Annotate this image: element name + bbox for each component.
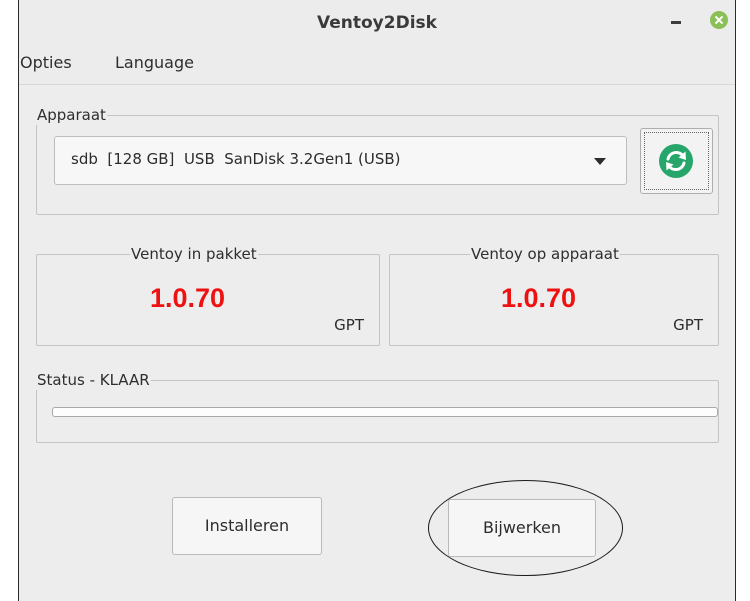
package-version-group: Ventoy in pakket 1.0.70 GPT	[36, 244, 380, 346]
status-label: Status - KLAAR	[36, 370, 151, 390]
app-window: Ventoy2Disk Opties Language Apparaat sdb…	[18, 0, 736, 601]
device-partition-style: GPT	[673, 316, 703, 334]
device-version-group: Ventoy op apparaat 1.0.70 GPT	[389, 244, 719, 346]
minimize-icon[interactable]	[667, 10, 687, 32]
menu-item-language[interactable]: Language	[115, 53, 194, 72]
window-title: Ventoy2Disk	[317, 13, 437, 33]
refresh-button[interactable]	[640, 128, 713, 194]
close-icon[interactable]	[710, 11, 728, 29]
device-group: Apparaat sdb [128 GB] USB SanDisk 3.2Gen…	[36, 105, 719, 215]
package-version-label: Ventoy in pakket	[130, 244, 258, 264]
refresh-icon	[659, 144, 693, 178]
progress-bar	[52, 407, 718, 417]
title-bar: Ventoy2Disk	[19, 0, 735, 48]
device-dropdown-value: sdb [128 GB] USB SanDisk 3.2Gen1 (USB)	[71, 150, 401, 168]
status-group: Status - KLAAR	[36, 370, 719, 443]
device-version-label: Ventoy op apparaat	[470, 244, 620, 264]
install-button[interactable]: Installeren	[172, 497, 322, 555]
main-content: Apparaat sdb [128 GB] USB SanDisk 3.2Gen…	[19, 85, 735, 601]
chevron-down-icon	[594, 158, 606, 165]
device-dropdown[interactable]: sdb [128 GB] USB SanDisk 3.2Gen1 (USB)	[54, 136, 627, 185]
package-partition-style: GPT	[334, 316, 364, 334]
device-group-label: Apparaat	[36, 105, 107, 125]
menu-bar: Opties Language	[19, 48, 735, 85]
package-version-value: 1.0.70	[150, 283, 226, 313]
update-button[interactable]: Bijwerken	[448, 499, 596, 557]
menu-item-opties[interactable]: Opties	[20, 53, 72, 72]
device-version-value: 1.0.70	[501, 283, 577, 313]
